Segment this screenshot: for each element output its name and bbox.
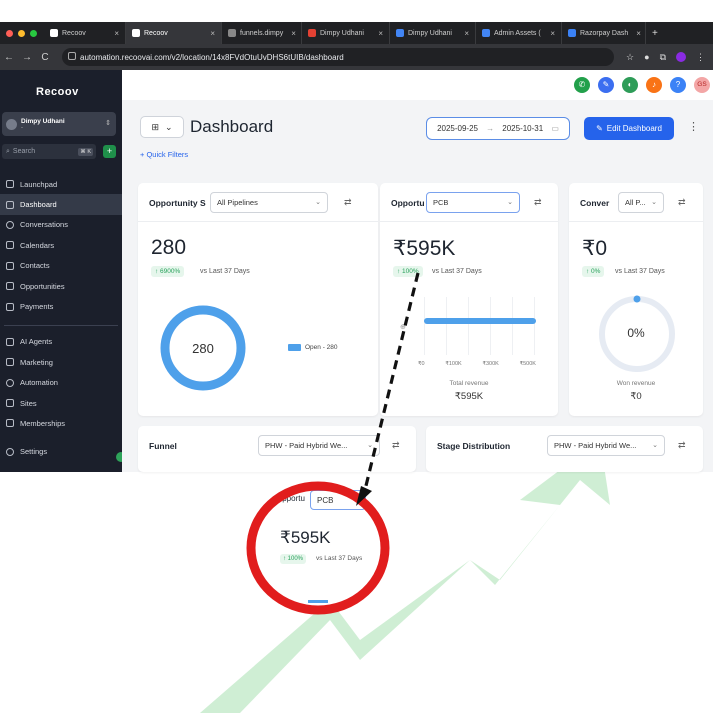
- dashed-arrow-line: [361, 272, 420, 499]
- screenshot-root: Recoov × Recoov × funnels.dimpy × Dimpy Udh…: [0, 0, 713, 713]
- highlight-circle: [246, 481, 390, 615]
- annotation-overlay: [246, 272, 420, 615]
